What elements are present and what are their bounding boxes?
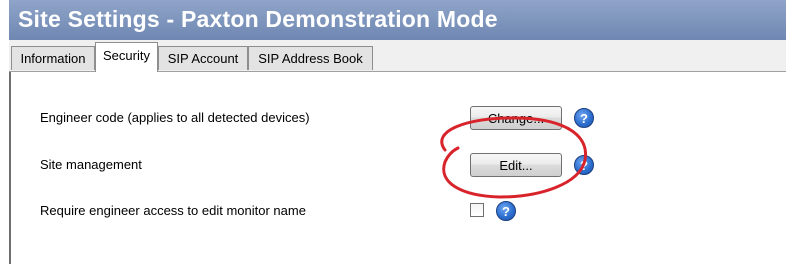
site-management-edit-button[interactable]: Edit...	[470, 153, 562, 177]
require-engineer-access-checkbox[interactable]	[470, 203, 484, 217]
change-engineer-code-button[interactable]: Change...	[470, 106, 562, 130]
window-title-bar: Site Settings - Paxton Demonstration Mod…	[9, 0, 786, 40]
help-icon[interactable]: ?	[574, 155, 594, 175]
tab-security[interactable]: Security	[95, 42, 158, 72]
help-icon[interactable]: ?	[574, 108, 594, 128]
tab-sip-account[interactable]: SIP Account	[158, 46, 248, 70]
security-panel: Engineer code (applies to all detected d…	[9, 72, 786, 264]
tab-strip: Information Security SIP Account SIP Add…	[9, 40, 786, 72]
tab-information[interactable]: Information	[11, 46, 95, 70]
help-icon[interactable]: ?	[496, 201, 516, 221]
tab-sip-address-book[interactable]: SIP Address Book	[248, 46, 373, 70]
site-management-label: Site management	[40, 157, 142, 172]
require-engineer-access-label: Require engineer access to edit monitor …	[40, 203, 306, 218]
engineer-code-label: Engineer code (applies to all detected d…	[40, 110, 310, 125]
window-title: Site Settings - Paxton Demonstration Mod…	[18, 6, 498, 32]
